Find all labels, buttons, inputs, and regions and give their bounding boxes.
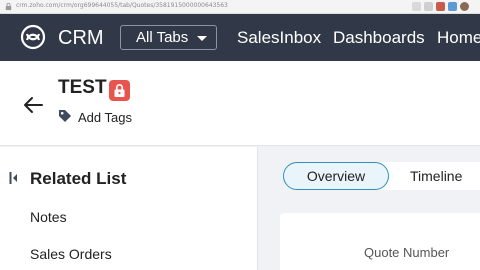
tab-timeline[interactable]: Timeline — [410, 168, 462, 184]
extension-icon[interactable] — [448, 2, 457, 11]
locked-record-badge[interactable] — [109, 80, 130, 101]
quote-number-label: Quote Number — [364, 245, 450, 260]
lock-icon — [114, 84, 125, 97]
tag-icon[interactable] — [58, 109, 72, 123]
back-arrow-icon[interactable] — [22, 96, 44, 114]
nav-link-home[interactable]: Home — [437, 28, 480, 48]
related-list-item-notes[interactable]: Notes — [30, 209, 67, 225]
top-navigation-bar: CRM All Tabs SalesInbox Dashboards Home — [0, 14, 480, 61]
url-text[interactable]: crm.zoho.com/crm/org699644055/tab/Quotes… — [16, 2, 228, 9]
record-title: TEST — [58, 77, 107, 98]
related-list-sidebar: Related List Notes Sales Orders — [0, 147, 258, 270]
extension-icon[interactable] — [412, 2, 421, 11]
secure-lock-icon — [5, 2, 12, 11]
brand-name: CRM — [58, 27, 104, 49]
related-list-item-sales-orders[interactable]: Sales Orders — [30, 246, 112, 262]
nav-link-salesinbox[interactable]: SalesInbox — [237, 28, 321, 48]
chevron-down-icon — [197, 36, 207, 41]
details-card — [280, 213, 480, 270]
profile-avatar-icon[interactable] — [460, 2, 469, 11]
all-tabs-dropdown[interactable]: All Tabs — [120, 25, 217, 50]
crm-logo-icon[interactable] — [18, 24, 48, 50]
extension-icon[interactable] — [436, 2, 445, 11]
nav-link-dashboards[interactable]: Dashboards — [333, 28, 425, 48]
all-tabs-label: All Tabs — [136, 29, 189, 46]
related-list-title: Related List — [30, 169, 127, 188]
record-header: TEST Add Tags — [0, 61, 480, 146]
tab-overview[interactable]: Overview — [283, 162, 389, 190]
collapse-sidebar-icon[interactable] — [9, 171, 19, 185]
add-tags-link[interactable]: Add Tags — [78, 110, 132, 125]
bookmark-star-icon[interactable] — [424, 2, 433, 11]
browser-address-bar[interactable]: crm.zoho.com/crm/org699644055/tab/Quotes… — [0, 0, 480, 14]
